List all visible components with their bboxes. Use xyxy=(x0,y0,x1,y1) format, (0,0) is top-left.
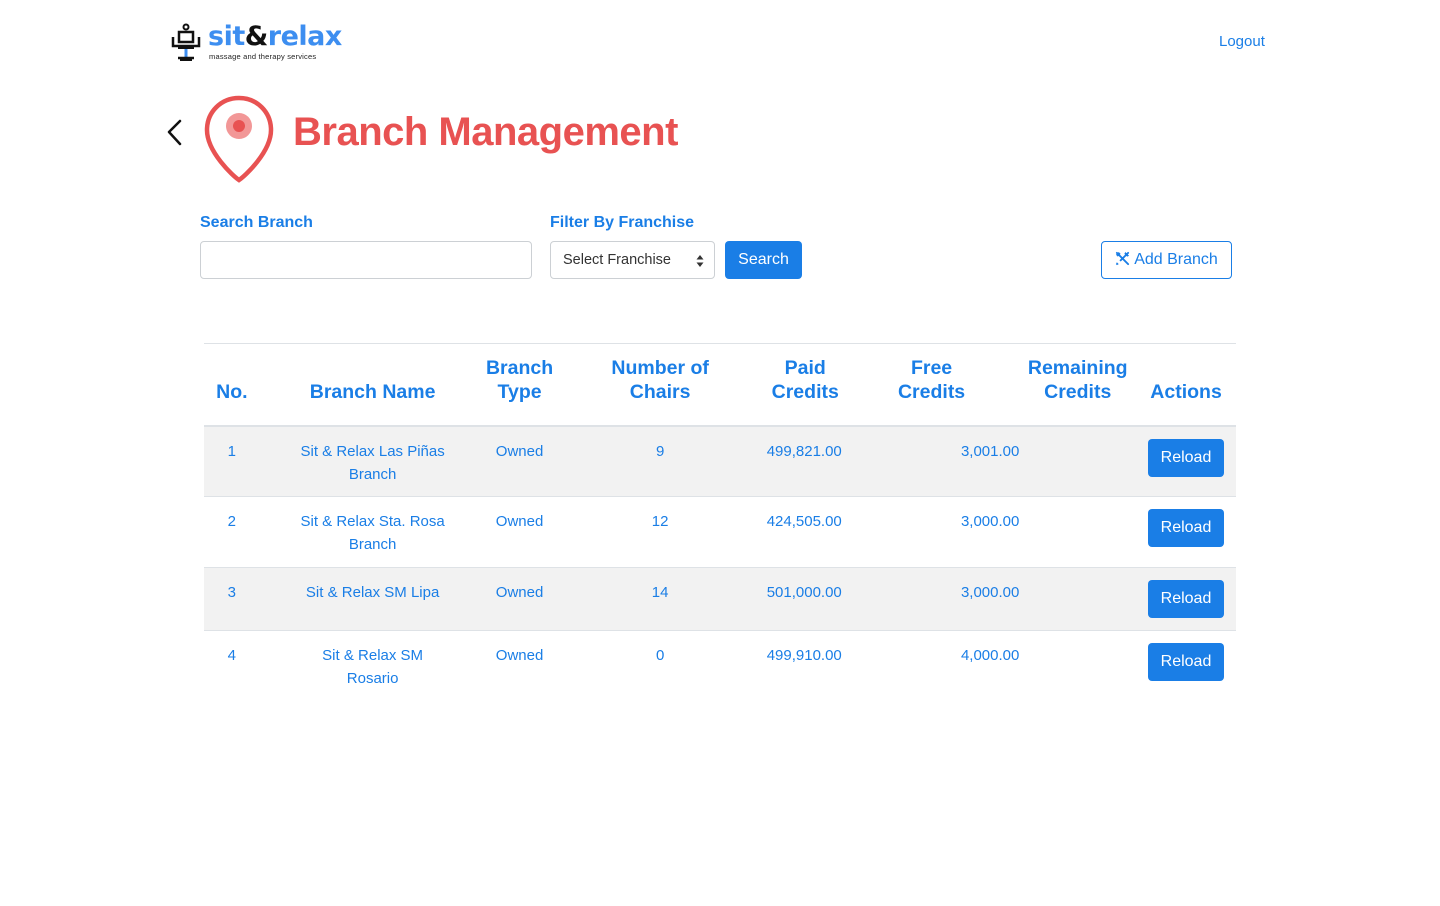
reload-button[interactable]: Reload xyxy=(1148,643,1224,681)
map-pin-icon xyxy=(204,95,274,183)
col-header-branch-name-label: Branch Name xyxy=(309,380,436,403)
search-branch-label: Search Branch xyxy=(200,214,313,231)
cell-chairs: 0 xyxy=(553,630,767,697)
col-header-actions: Actions xyxy=(1136,343,1236,427)
tools-icon xyxy=(1116,251,1130,266)
branch-table: No. Branch Name Branch Type Number of Chai… xyxy=(204,343,1236,697)
page-title: Branch Management xyxy=(293,110,678,154)
cell-chairs: 9 xyxy=(553,425,767,497)
branch-name-line2: Rosario xyxy=(346,670,399,687)
col-header-chairs-line1: Number of xyxy=(611,356,709,379)
table-row: 2 Sit & Relax Sta. Rosa Branch Owned 12 4… xyxy=(204,496,1236,568)
col-header-paid-credits[interactable]: Paid Credits xyxy=(766,343,844,427)
cell-no: 3 xyxy=(204,567,260,631)
cell-free-credits: 4,000.00 xyxy=(843,630,1020,697)
table-header-row: No. Branch Name Branch Type Number of Chai… xyxy=(204,343,1236,427)
cell-branch-name[interactable]: Sit & Relax SM Lipa xyxy=(259,567,486,631)
col-header-remaining-credits-line2: Credits xyxy=(1044,380,1112,403)
cell-actions: Reload xyxy=(1136,425,1236,497)
col-header-paid-credits-line2: Credits xyxy=(771,380,839,403)
table-row: 3 Sit & Relax SM Lipa Owned 14 501,000.0… xyxy=(204,567,1236,631)
cell-branch-name[interactable]: Sit & Relax SM Rosario xyxy=(259,630,486,697)
cell-free-credits: 3,000.00 xyxy=(843,496,1020,568)
cell-chairs: 14 xyxy=(553,567,767,631)
cell-branch-type: Owned xyxy=(485,496,554,568)
col-header-branch-type-line2: Type xyxy=(497,380,542,403)
brand-name-part2: relax xyxy=(267,21,343,52)
brand-logo[interactable]: sit&relax massage and therapy services xyxy=(170,22,342,63)
cell-actions: Reload xyxy=(1136,496,1236,568)
logout-link[interactable]: Logout xyxy=(1219,33,1265,50)
cell-paid-credits: 499,821.00 xyxy=(766,425,844,497)
cell-branch-type: Owned xyxy=(485,425,554,497)
cell-branch-name[interactable]: Sit & Relax Las Piñas Branch xyxy=(259,425,486,497)
cell-free-credits: 3,000.00 xyxy=(843,567,1020,631)
add-branch-button[interactable]: Add Branch xyxy=(1101,241,1232,279)
franchise-select-value: Select Franchise xyxy=(563,252,671,268)
col-header-remaining-credits[interactable]: Remaining Credits xyxy=(1019,343,1137,427)
col-header-chairs-line2: Chairs xyxy=(629,380,691,403)
branch-name-line2: Branch xyxy=(348,465,397,483)
branch-name-line1: Sit & Relax Sta. Rosa xyxy=(300,513,445,530)
massage-chair-icon xyxy=(171,23,201,61)
brand-name-part1: sit xyxy=(208,21,245,52)
franchise-select[interactable]: Select Franchise xyxy=(550,241,715,279)
cell-no: 4 xyxy=(204,630,260,697)
cell-branch-type: Owned xyxy=(485,567,554,631)
search-button[interactable]: Search xyxy=(725,241,802,279)
reload-button[interactable]: Reload xyxy=(1148,438,1224,477)
col-header-remaining-credits-line1: Remaining xyxy=(1027,356,1128,379)
filter-franchise-label: Filter By Franchise xyxy=(550,214,695,231)
search-branch-input[interactable] xyxy=(200,241,532,279)
col-header-free-credits-line2: Credits xyxy=(897,380,966,403)
cell-actions: Reload xyxy=(1136,567,1236,631)
branch-name-line1: Sit & Relax SM Lipa xyxy=(305,584,440,601)
cell-remaining-credits xyxy=(1019,425,1137,497)
cell-branch-type: Owned xyxy=(485,630,554,697)
cell-remaining-credits xyxy=(1019,567,1137,631)
cell-paid-credits: 499,910.00 xyxy=(766,630,844,697)
brand-tagline: massage and therapy services xyxy=(209,52,317,61)
branch-name-line2: Branch xyxy=(348,536,397,553)
cell-paid-credits: 501,000.00 xyxy=(766,567,844,631)
cell-actions: Reload xyxy=(1136,630,1236,697)
brand-name-amp: & xyxy=(244,21,269,52)
col-header-paid-credits-line1: Paid xyxy=(784,356,826,379)
col-header-no-label: No. xyxy=(216,380,248,403)
branch-name-line1: Sit & Relax SM xyxy=(322,647,424,664)
cell-remaining-credits xyxy=(1019,630,1137,697)
col-header-branch-type-line1: Branch xyxy=(485,356,554,379)
add-branch-label: Add Branch xyxy=(1134,251,1218,268)
cell-paid-credits: 424,505.00 xyxy=(766,496,844,568)
col-header-actions-label: Actions xyxy=(1150,380,1222,403)
branch-name-line1: Sit & Relax Las Piñas xyxy=(300,442,445,460)
col-header-free-credits[interactable]: Free Credits xyxy=(843,343,1020,427)
reload-button[interactable]: Reload xyxy=(1148,580,1224,618)
col-header-free-credits-line1: Free xyxy=(910,356,953,379)
col-header-chairs[interactable]: Number of Chairs xyxy=(553,343,767,427)
col-header-branch-name[interactable]: Branch Name xyxy=(259,343,486,427)
brand-name: sit&relax xyxy=(208,22,342,52)
table-row: 4 Sit & Relax SM Rosario Owned 0 499,910.… xyxy=(204,630,1236,697)
col-header-branch-type[interactable]: Branch Type xyxy=(485,343,554,427)
cell-chairs: 12 xyxy=(553,496,767,568)
cell-free-credits: 3,001.00 xyxy=(843,425,1020,497)
cell-remaining-credits xyxy=(1019,496,1137,568)
cell-branch-name[interactable]: Sit & Relax Sta. Rosa Branch xyxy=(259,496,486,568)
cell-no: 2 xyxy=(204,496,260,568)
col-header-no[interactable]: No. xyxy=(204,343,260,427)
cell-no: 1 xyxy=(204,425,260,497)
reload-button[interactable]: Reload xyxy=(1148,509,1224,547)
select-arrows-icon xyxy=(696,255,704,267)
chevron-left-icon[interactable] xyxy=(164,118,186,148)
table-row: 1 Sit & Relax Las Piñas Branch Owned 9 49… xyxy=(204,425,1236,497)
